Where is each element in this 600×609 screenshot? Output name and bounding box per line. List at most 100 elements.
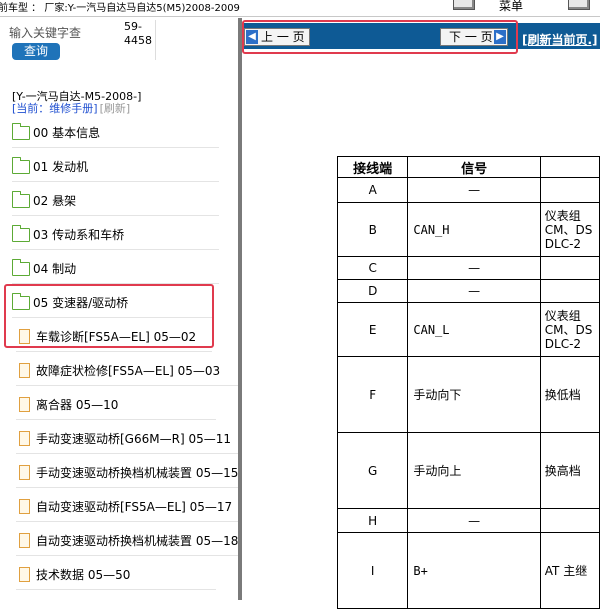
tree-item-04[interactable]: 04 制动: [11, 254, 219, 284]
tree-item-label: 02 悬架: [33, 194, 77, 208]
signal-cell: —: [407, 508, 541, 533]
tree-item-doc-05-10[interactable]: 离合器 05—10: [16, 390, 216, 420]
table-header-row: 接线端 信号: [336, 156, 600, 178]
tree-item-label: 03 传动系和车桥: [33, 228, 125, 242]
folder-open-icon: [11, 292, 30, 310]
description-cell: 换低档: [539, 356, 600, 433]
document-icon: [19, 533, 30, 548]
code-display: 59-4458: [118, 20, 156, 60]
tree-item-label: 01 发动机: [33, 160, 89, 174]
table-row: D —: [336, 279, 600, 303]
terminal-cell: C: [336, 256, 409, 280]
tree-item-label: 自动变速驱动桥换档机械装置 05—18: [36, 534, 238, 548]
prev-page-label: 上 一 页: [261, 30, 305, 44]
search-input[interactable]: [9, 24, 117, 42]
tree-item-01[interactable]: 01 发动机: [11, 152, 219, 182]
signal-cell: B+: [407, 532, 541, 609]
header-terminal: 接线端: [336, 156, 409, 178]
tree-item-05[interactable]: 05 变速器/驱动桥: [11, 288, 212, 318]
search-button[interactable]: 查询: [12, 43, 60, 60]
refresh-page-link[interactable]: [刷新当前页.]: [522, 31, 598, 48]
table-row: H —: [336, 508, 600, 533]
table-row: I B+ AT 主继: [336, 532, 600, 609]
signal-cell: CAN_L: [407, 302, 541, 357]
document-panel: ◀ 上 一 页 下 一 页 ▶ [刷新当前页.] 接线端 信号 A — B CA…: [242, 18, 600, 609]
signal-cell: 手动向下: [407, 356, 541, 433]
signal-cell: CAN_H: [407, 202, 541, 257]
tree-item-label: 手动变速驱动桥[G66M—R] 05—11: [36, 432, 231, 446]
toolbar-icon-left[interactable]: [453, 0, 475, 10]
terminal-cell: F: [336, 356, 409, 433]
header-signal: 信号: [407, 156, 541, 178]
prev-page-button[interactable]: ◀ 上 一 页: [244, 28, 310, 46]
description-cell: 仪表组 CM、DS DLC-2: [539, 202, 600, 257]
terminal-cell: D: [336, 279, 409, 303]
left-panel: 查询 59-4458 [Y-一汽马自达-M5-2008-] [当前：维修手册][…: [0, 18, 238, 600]
terminal-cell: B: [336, 202, 409, 257]
table-row: A —: [336, 177, 600, 203]
next-page-label: 下 一 页: [449, 30, 493, 44]
connector-table: 接线端 信号 A — B CAN_H 仪表组 CM、DS DLC-2 C — D…: [336, 156, 600, 609]
table-row: C —: [336, 256, 600, 280]
folder-icon: [11, 224, 30, 242]
arrow-left-icon: ◀: [246, 30, 258, 44]
table-row: E CAN_L 仪表组 CM、DS DLC-2: [336, 302, 600, 357]
tree-item-00[interactable]: 00 基本信息: [11, 118, 219, 148]
tree-item-02[interactable]: 02 悬架: [11, 186, 219, 216]
tree-item-label: 手动变速驱动桥换档机械装置 05—15: [36, 466, 238, 480]
tree-item-03[interactable]: 03 传动系和车桥: [11, 220, 219, 250]
document-icon: [19, 329, 30, 344]
description-cell: [539, 279, 600, 303]
description-cell: [539, 508, 600, 533]
current-section-line: [当前：维修手册] [刷新]: [12, 100, 130, 116]
signal-cell: —: [407, 256, 541, 280]
terminal-cell: I: [336, 532, 409, 609]
current-section[interactable]: [当前：维修手册]: [12, 102, 98, 115]
document-icon: [19, 567, 30, 582]
document-icon: [19, 397, 30, 412]
tree-item-label: 05 变速器/驱动桥: [33, 296, 129, 310]
tree-item-doc-05-17[interactable]: 自动变速驱动桥[FS5A—EL] 05—17: [16, 492, 238, 522]
description-cell: AT 主继: [539, 532, 600, 609]
tree-item-label: 04 制动: [33, 262, 77, 276]
tree-item-doc-05-15[interactable]: 手动变速驱动桥换档机械装置 05—15: [16, 458, 238, 488]
tree-item-doc-05-03[interactable]: 故障症状检修[FS5A—EL] 05—03: [16, 356, 238, 386]
tree-item-doc-05-18[interactable]: 自动变速驱动桥换档机械装置 05—18: [16, 526, 238, 556]
description-cell: [539, 256, 600, 280]
menu-label[interactable]: 菜单: [499, 0, 523, 15]
folder-icon: [11, 156, 30, 174]
tree-item-label: 自动变速驱动桥[FS5A—EL] 05—17: [36, 500, 233, 514]
title-bar: 前车型 ： 厂家:Y-一汽马自达马自达5(M5)2008-2009 菜单: [0, 0, 600, 17]
tree-item-doc-05-02[interactable]: 车载诊断[FS5A—EL] 05—02: [16, 322, 212, 352]
current-vehicle-text: 前车型 ： 厂家:Y-一汽马自达马自达5(M5)2008-2009: [0, 3, 240, 14]
signal-cell: —: [407, 279, 541, 303]
table-row: B CAN_H 仪表组 CM、DS DLC-2: [336, 202, 600, 257]
terminal-cell: G: [336, 432, 409, 509]
arrow-right-icon: ▶: [494, 30, 506, 44]
document-icon: [19, 499, 30, 514]
document-icon: [19, 465, 30, 480]
tree-item-label: 离合器 05—10: [36, 398, 119, 412]
signal-cell: 手动向上: [407, 432, 541, 509]
tree-item-doc-05-11[interactable]: 手动变速驱动桥[G66M—R] 05—11: [16, 424, 238, 454]
folder-icon: [11, 122, 30, 140]
table-row: F 手动向下 换低档: [336, 356, 600, 433]
description-cell: 仪表组 CM、DS DLC-2: [539, 302, 600, 357]
tree-item-label: 00 基本信息: [33, 126, 101, 140]
document-icon: [19, 363, 30, 378]
tree-item-label: 技术数据 05—50: [36, 568, 131, 582]
document-icon: [19, 431, 30, 446]
table-row: G 手动向上 换高档: [336, 432, 600, 509]
header-description: [539, 156, 600, 178]
refresh-link[interactable]: [刷新]: [100, 102, 131, 115]
terminal-cell: H: [336, 508, 409, 533]
terminal-cell: A: [336, 177, 409, 203]
folder-icon: [11, 190, 30, 208]
next-page-button[interactable]: 下 一 页 ▶: [440, 28, 508, 46]
page-nav-bar: ◀ 上 一 页 下 一 页 ▶ [刷新当前页.]: [242, 23, 600, 49]
terminal-cell: E: [336, 302, 409, 357]
tree-item-doc-05-50[interactable]: 技术数据 05—50: [16, 560, 216, 590]
tree-item-label: 故障症状检修[FS5A—EL] 05—03: [36, 364, 221, 378]
tree-item-label: 车载诊断[FS5A—EL] 05—02: [36, 330, 197, 344]
toolbar-icon-right[interactable]: [568, 0, 590, 10]
